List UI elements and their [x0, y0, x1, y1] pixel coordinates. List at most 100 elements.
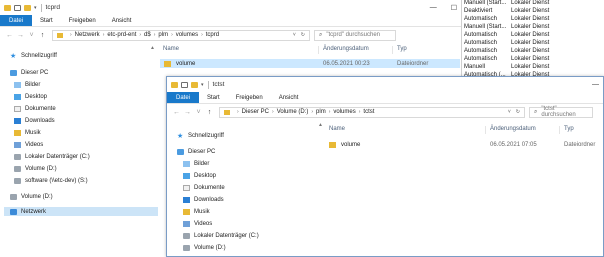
address-bar[interactable]: › Dieser PC › Volume (D:) › plm › volume… [219, 106, 525, 118]
column-headers: Name Änderungsdatum Typ [325, 126, 603, 134]
tab-datei[interactable]: Datei [167, 92, 200, 103]
recent-chevron-icon[interactable]: ˅ [26, 32, 37, 39]
column-date[interactable]: Änderungsdatum [323, 46, 369, 52]
nav-item-dieser-pc[interactable]: Dieser PC [10, 70, 48, 76]
list-item[interactable]: Automatisch Lokaler Dienst [462, 32, 604, 40]
nav-item-lokaler-datentraeger[interactable]: Lokaler Datenträger (C:) [183, 233, 259, 239]
nav-item-dieser-pc[interactable]: Dieser PC [177, 149, 215, 155]
maximize-icon[interactable]: ☐ [451, 4, 457, 12]
properties-icon[interactable] [14, 4, 21, 11]
nav-item-bilder[interactable]: Bilder [14, 82, 40, 88]
list-item[interactable]: Automatisch Lokaler Dienst [462, 48, 604, 56]
breadcrumb-volumes[interactable]: volumes [333, 109, 355, 115]
pictures-icon [183, 161, 190, 167]
search-icon: ⌕ [319, 31, 323, 38]
nav-item-schnellzugriff[interactable]: ★ Schnellzugriff [10, 53, 57, 60]
drive-icon [10, 194, 17, 200]
recent-chevron-icon[interactable]: ˅ [193, 109, 204, 116]
forward-arrow-icon[interactable]: → [182, 109, 193, 116]
documents-icon [183, 185, 190, 191]
tab-start[interactable]: Start [199, 92, 228, 103]
nav-item-desktop[interactable]: Desktop [183, 173, 216, 179]
list-item[interactable]: Automatisch Lokaler Dienst [462, 40, 604, 48]
breadcrumb-tctst[interactable]: tctst [363, 109, 374, 115]
scroll-up-icon[interactable]: ▲ [150, 45, 155, 51]
music-icon [14, 130, 21, 136]
new-folder-icon[interactable] [24, 4, 31, 11]
breadcrumb-etc-prd-ent[interactable]: etc-prd-ent [107, 32, 136, 38]
breadcrumb-dieser-pc[interactable]: Dieser PC [242, 109, 269, 115]
breadcrumb-plm[interactable]: plm [158, 32, 168, 38]
nav-item-bilder[interactable]: Bilder [183, 161, 209, 167]
list-item[interactable]: Deaktiviert Lokaler Dienst [462, 8, 604, 16]
list-item[interactable]: Manuell (Start... Lokaler Dienst [462, 0, 604, 8]
services-list: Manuell (Start... Lokaler Dienst Deaktivi… [462, 0, 604, 80]
refresh-icon[interactable]: ↻ [516, 109, 520, 115]
nav-item-volume-d[interactable]: Volume (D:) [14, 166, 57, 172]
network-icon [10, 208, 17, 215]
nav-item-lokaler-datentraeger[interactable]: Lokaler Datenträger (C:) [14, 154, 90, 160]
up-arrow-icon[interactable]: ↑ [204, 109, 215, 116]
minimize-icon[interactable]: — [430, 4, 437, 11]
refresh-icon[interactable]: ↻ [301, 32, 305, 38]
scroll-up-icon[interactable]: ▲ [318, 122, 323, 128]
chevron-down-icon[interactable]: ▾ [34, 5, 37, 11]
row-type: Dateiordner [397, 60, 429, 67]
drive-icon [183, 233, 190, 239]
nav-item-downloads[interactable]: Downloads [14, 118, 55, 124]
nav-item-videos[interactable]: Videos [14, 142, 43, 148]
nav-item-dokumente[interactable]: Dokumente [183, 185, 225, 191]
back-arrow-icon[interactable]: ← [171, 109, 182, 116]
nav-item-videos[interactable]: Videos [183, 221, 212, 227]
computer-icon [10, 70, 17, 76]
table-row[interactable]: volume 06.05.2021 00:23 Dateiordner [160, 59, 460, 68]
tab-freigeben[interactable]: Freigeben [61, 15, 104, 26]
breadcrumb-volumes[interactable]: volumes [176, 32, 198, 38]
breadcrumb-volume-d[interactable]: Volume (D:) [277, 109, 309, 115]
list-item[interactable]: Automatisch Lokaler Dienst [462, 16, 604, 24]
column-name[interactable]: Name [163, 46, 179, 52]
column-name[interactable]: Name [329, 126, 345, 132]
tab-freigeben[interactable]: Freigeben [228, 92, 271, 103]
new-folder-icon[interactable] [191, 81, 198, 88]
nav-item-software-s[interactable]: software (\\etc-dev) (S:) [14, 178, 88, 184]
row-date: 06.05.2021 00:23 [323, 60, 370, 67]
navigation-bar: ← → ˅ ↑ › Dieser PC › Volume (D:) › plm … [167, 104, 603, 120]
address-bar[interactable]: › Netzwerk › etc-prd-ent › d$ › plm › vo… [52, 29, 310, 41]
properties-icon[interactable] [181, 81, 188, 88]
address-dropdown-icon[interactable]: ˅ [508, 109, 511, 115]
list-item[interactable]: Manuell Lokaler Dienst [462, 64, 604, 72]
breadcrumb-plm[interactable]: plm [316, 109, 326, 115]
tab-start[interactable]: Start [32, 15, 61, 26]
breadcrumb-d-share[interactable]: d$ [144, 32, 151, 38]
forward-arrow-icon[interactable]: → [15, 32, 26, 39]
row-name: volume [176, 60, 196, 67]
search-input[interactable]: ⌕ "tctst" durchsuchen [529, 106, 593, 118]
breadcrumb-tcprd[interactable]: tcprd [206, 32, 219, 38]
list-item[interactable]: Automatisch Lokaler Dienst [462, 56, 604, 64]
address-dropdown-icon[interactable]: ˅ [293, 32, 296, 38]
column-type[interactable]: Typ [564, 126, 574, 132]
nav-item-volume-d[interactable]: Volume (D:) [183, 245, 226, 251]
back-arrow-icon[interactable]: ← [4, 32, 15, 39]
column-type[interactable]: Typ [397, 46, 407, 52]
nav-item-musik[interactable]: Musik [14, 130, 41, 136]
nav-item-netzwerk[interactable]: Netzwerk [4, 207, 158, 216]
breadcrumb-netzwerk[interactable]: Netzwerk [75, 32, 100, 38]
column-date[interactable]: Änderungsdatum [490, 126, 536, 132]
nav-item-downloads[interactable]: Downloads [183, 197, 224, 203]
list-item[interactable]: Manuell (Start... Lokaler Dienst [462, 24, 604, 32]
nav-item-volume-d-2[interactable]: Volume (D:) [10, 194, 53, 200]
tab-ansicht[interactable]: Ansicht [271, 92, 307, 103]
tab-datei[interactable]: Datei [0, 15, 33, 26]
nav-item-schnellzugriff[interactable]: ★ Schnellzugriff [177, 133, 224, 140]
tab-ansicht[interactable]: Ansicht [104, 15, 140, 26]
table-row[interactable]: volume 06.05.2021 07:05 Dateiordner [325, 140, 603, 149]
search-input[interactable]: ⌕ "tcprd" durchsuchen [314, 29, 396, 41]
chevron-down-icon[interactable]: ▾ [201, 82, 204, 88]
up-arrow-icon[interactable]: ↑ [37, 32, 48, 39]
nav-item-dokumente[interactable]: Dokumente [14, 106, 56, 112]
minimize-icon[interactable]: — [592, 81, 599, 88]
nav-item-desktop[interactable]: Desktop [14, 94, 47, 100]
nav-item-musik[interactable]: Musik [183, 209, 210, 215]
